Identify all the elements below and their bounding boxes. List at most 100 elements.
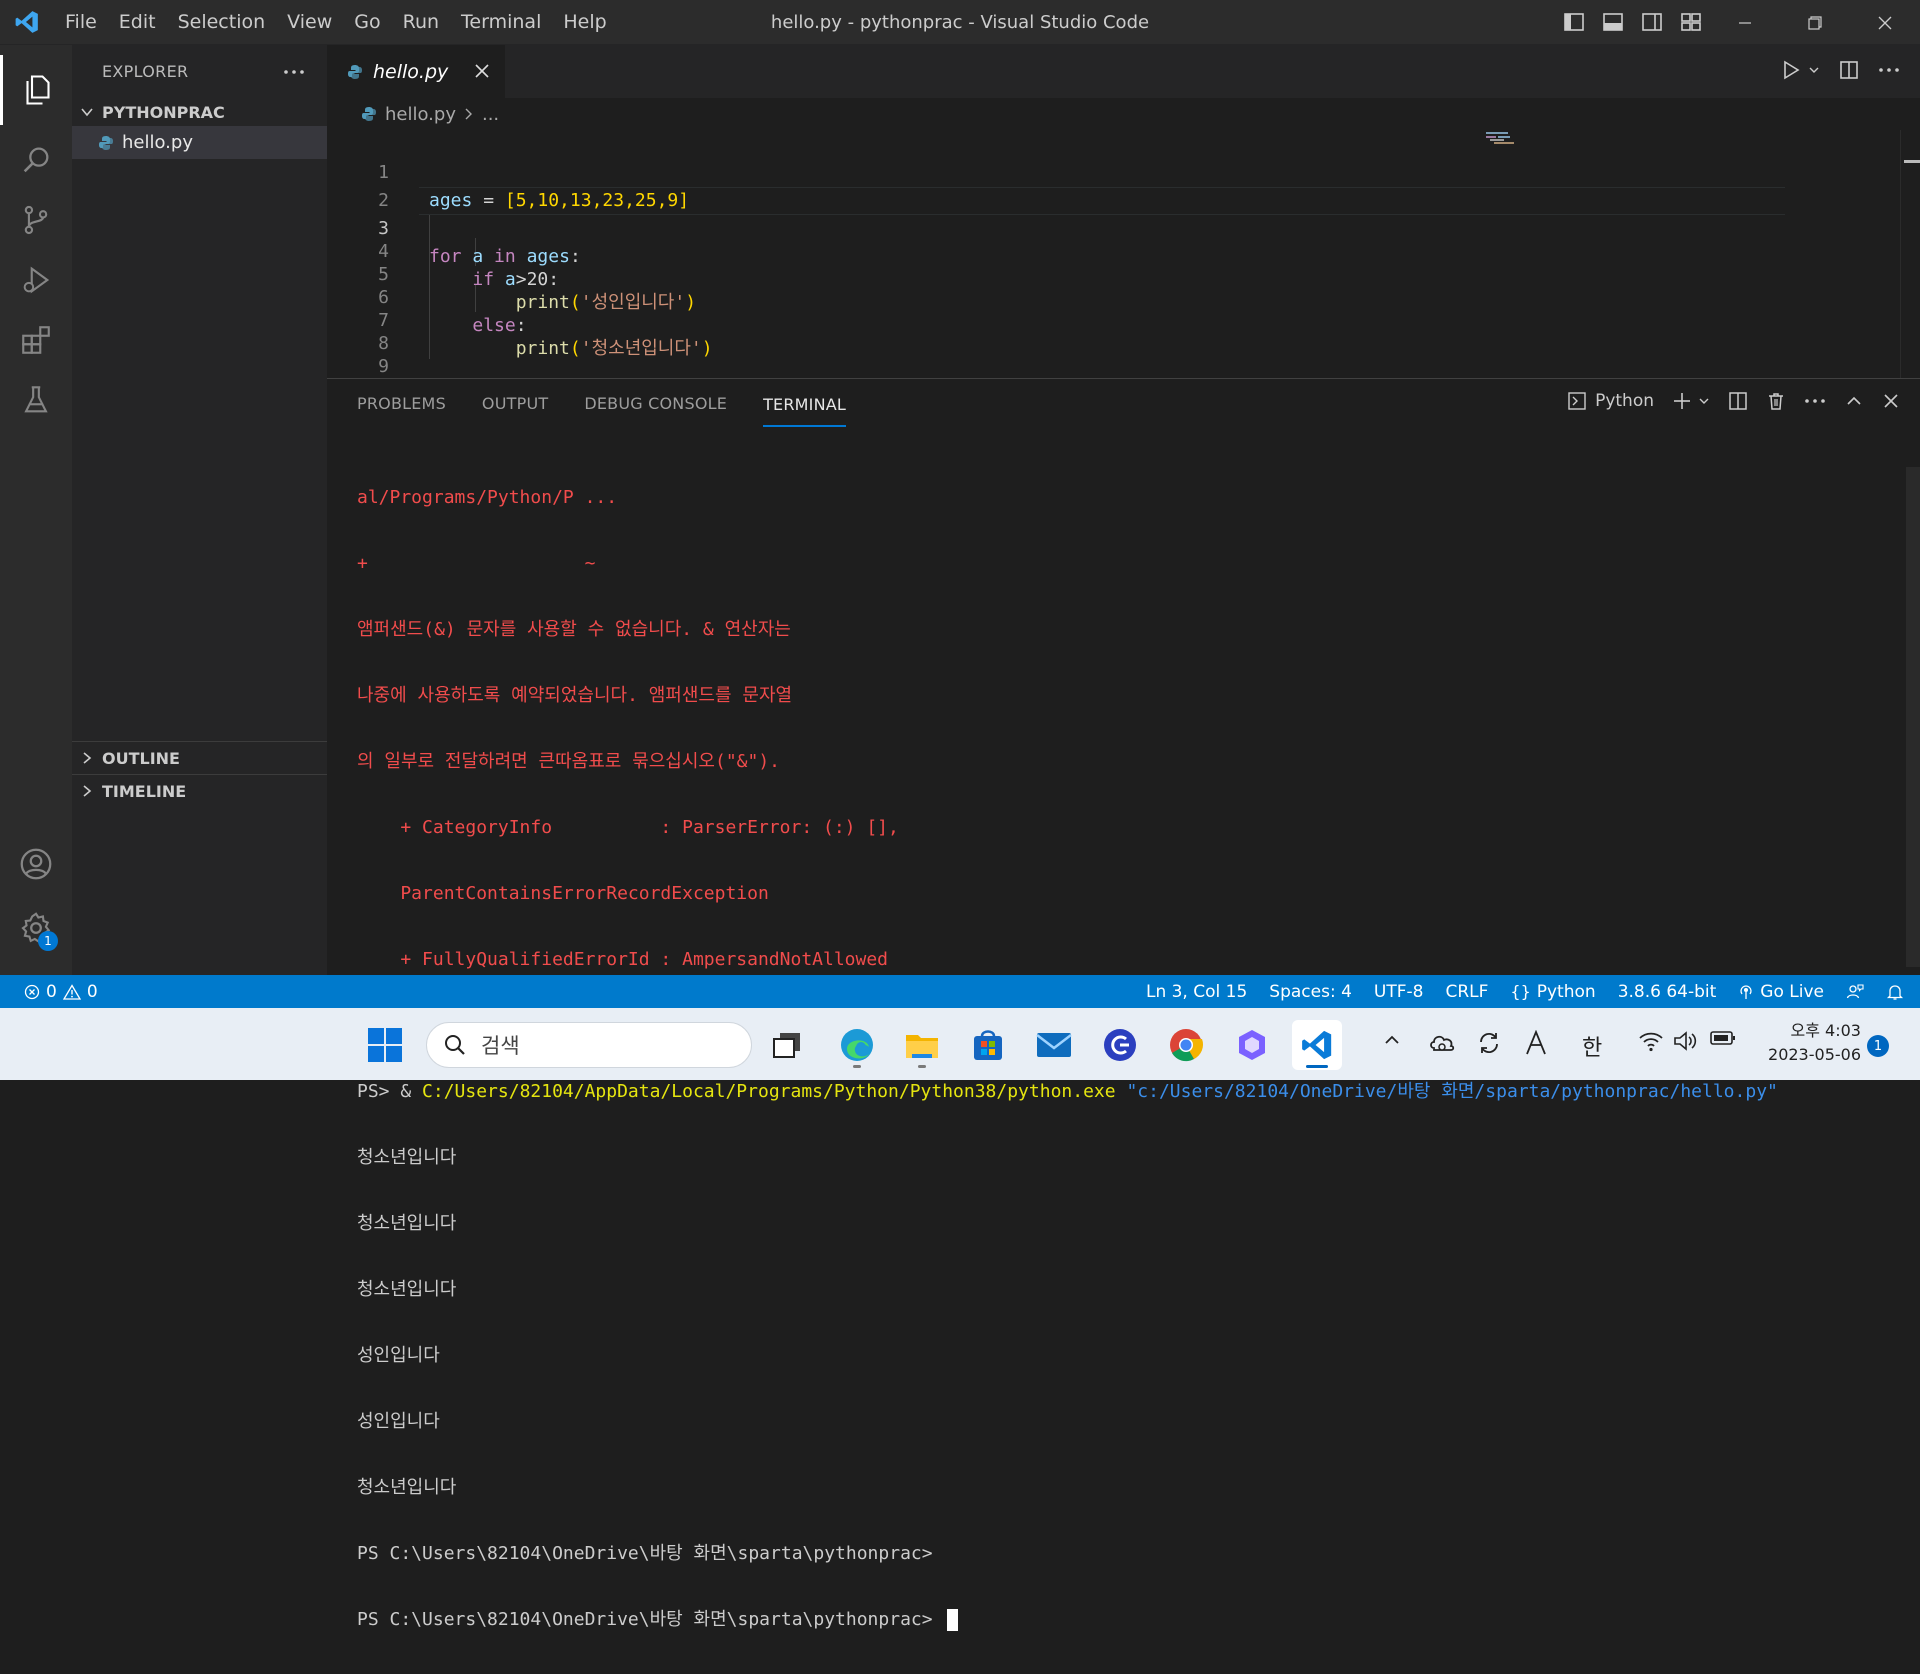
quick-assist-icon[interactable]: [1095, 1020, 1145, 1070]
terminal-output-line: 청소년입니다: [357, 1147, 457, 1168]
settings-gear-icon[interactable]: 1: [0, 893, 72, 963]
testing-icon[interactable]: [0, 365, 72, 435]
terminal-error-line: + FullyQualifiedErrorId : AmpersandNotAl…: [357, 949, 889, 970]
accounts-icon[interactable]: [0, 829, 72, 899]
language-mode[interactable]: {} Python: [1510, 982, 1595, 1002]
problems-status[interactable]: 0 0: [24, 982, 98, 1002]
close-tab-icon[interactable]: [473, 62, 491, 80]
more-actions-icon[interactable]: [283, 69, 305, 75]
trash-icon[interactable]: [1766, 391, 1786, 411]
cursor-position[interactable]: Ln 3, Col 15: [1146, 982, 1247, 1002]
explorer-icon[interactable]: [0, 55, 72, 125]
more-actions-icon[interactable]: [1878, 67, 1900, 73]
taskbar-clock[interactable]: 오후 4:03 2023-05-06: [1755, 1019, 1861, 1067]
restore-icon[interactable]: [1780, 0, 1850, 45]
terminal-command-line: PS> & C:/Users/82104/AppData/Local/Progr…: [357, 1080, 1897, 1104]
minimize-icon[interactable]: [1710, 0, 1780, 45]
terminal-error-line: + ~: [357, 553, 596, 574]
tab-hello-py[interactable]: hello.py: [327, 45, 505, 98]
indentation[interactable]: Spaces: 4: [1269, 982, 1352, 1002]
bottom-panel: PROBLEMS OUTPUT DEBUG CONSOLE TERMINAL P…: [327, 378, 1920, 1631]
running-indicator: [1306, 1065, 1328, 1068]
chevron-right-icon: [464, 107, 474, 121]
notification-badge[interactable]: 1: [1867, 1035, 1889, 1057]
font-icon[interactable]: [1524, 1030, 1548, 1056]
tab-terminal[interactable]: TERMINAL: [763, 379, 847, 427]
customize-layout-icon[interactable]: [1679, 10, 1703, 34]
windows-start-icon[interactable]: [368, 1028, 402, 1062]
toggle-panel-icon[interactable]: [1601, 10, 1625, 34]
shell-label: Python: [1595, 391, 1654, 411]
ime-indicator[interactable]: 한: [1582, 1030, 1602, 1062]
wifi-icon[interactable]: [1638, 1030, 1664, 1052]
python-file-icon: [361, 106, 377, 122]
python-file-icon: [98, 135, 114, 151]
close-panel-icon[interactable]: [1882, 392, 1900, 410]
minimap[interactable]: [1460, 130, 1580, 378]
terminal-scrollbar[interactable]: [1906, 467, 1920, 967]
menu-go[interactable]: Go: [343, 0, 391, 45]
editor-scrollbar[interactable]: [1900, 130, 1920, 378]
chrome-icon[interactable]: [1161, 1020, 1211, 1070]
menu-terminal[interactable]: Terminal: [450, 0, 552, 45]
file-explorer-icon[interactable]: [897, 1020, 947, 1070]
edge-browser-icon[interactable]: [832, 1020, 882, 1070]
menu-selection[interactable]: Selection: [167, 0, 277, 45]
folder-pythonprac[interactable]: PYTHONPRAC: [72, 98, 327, 126]
tab-debug-console[interactable]: DEBUG CONSOLE: [584, 379, 727, 429]
encoding[interactable]: UTF-8: [1374, 982, 1424, 1002]
menu-help[interactable]: Help: [552, 0, 617, 45]
bell-icon[interactable]: [1886, 983, 1904, 1001]
chevron-up-icon[interactable]: [1382, 1030, 1402, 1050]
toggle-secondary-sidebar-icon[interactable]: [1640, 10, 1664, 34]
timeline-section[interactable]: TIMELINE: [72, 774, 327, 807]
menu-view[interactable]: View: [276, 0, 343, 45]
menu-edit[interactable]: Edit: [108, 0, 167, 45]
feedback-icon[interactable]: [1846, 983, 1864, 1001]
tab-output[interactable]: OUTPUT: [482, 379, 548, 429]
python-interpreter[interactable]: 3.8.6 64-bit: [1618, 982, 1717, 1002]
terminal-output[interactable]: al/Programs/Python/P ... + ~ 앰퍼샌드(&) 문자를…: [357, 444, 1897, 1631]
terminal-cursor: [946, 1609, 958, 1631]
breadcrumb-file[interactable]: hello.py: [385, 104, 456, 125]
running-indicator: [918, 1065, 926, 1068]
terminal-actions: Python: [1567, 391, 1900, 411]
editor-actions: [1780, 59, 1900, 81]
search-icon: [443, 1033, 467, 1057]
onedrive-icon[interactable]: [1428, 1030, 1456, 1054]
outline-section[interactable]: OUTLINE: [72, 741, 327, 774]
terminal-prompt-line: PS C:\Users\82104\OneDrive\바탕 화면\sparta\…: [357, 1608, 1897, 1632]
battery-icon[interactable]: [1710, 1030, 1736, 1046]
code-editor[interactable]: 1 ages = [5,10,13,23,25,9] 2 3 for a in …: [327, 130, 1920, 378]
sync-icon[interactable]: [1476, 1030, 1502, 1056]
terminal-error-line: 나중에 사용하도록 예약되었습니다. 앰퍼샌드를 문자열: [357, 685, 793, 706]
more-actions-icon[interactable]: [1804, 398, 1826, 404]
breadcrumb-more[interactable]: ...: [482, 104, 499, 125]
vscode-taskbar-icon[interactable]: [1292, 1020, 1342, 1070]
split-terminal-icon[interactable]: [1728, 391, 1748, 411]
file-hello-py[interactable]: hello.py: [72, 126, 327, 159]
toggle-primary-sidebar-icon[interactable]: [1562, 10, 1586, 34]
tab-problems[interactable]: PROBLEMS: [357, 379, 446, 429]
end-of-line[interactable]: CRLF: [1445, 982, 1488, 1002]
volume-icon[interactable]: [1673, 1030, 1699, 1052]
go-live[interactable]: Go Live: [1738, 982, 1824, 1002]
close-window-icon[interactable]: [1850, 0, 1920, 45]
task-view-icon[interactable]: [762, 1020, 812, 1070]
copilot-icon[interactable]: [1227, 1020, 1277, 1070]
maximize-panel-icon[interactable]: [1844, 391, 1864, 411]
status-bar: 0 0 Ln 3, Col 15 Spaces: 4 UTF-8 CRLF {}…: [0, 975, 1920, 1008]
cmd-exe: C:/Users/82104/AppData/Local/Programs/Py…: [422, 1081, 1116, 1102]
breadcrumb: hello.py ...: [327, 98, 1920, 130]
new-terminal-icon[interactable]: [1672, 391, 1710, 411]
warning-icon: [62, 983, 81, 1000]
menu-file[interactable]: File: [54, 0, 108, 45]
menu-run[interactable]: Run: [392, 0, 450, 45]
split-editor-icon[interactable]: [1838, 59, 1860, 81]
mail-icon[interactable]: [1029, 1020, 1079, 1070]
window-controls: [1710, 0, 1920, 45]
taskbar-search[interactable]: 검색: [426, 1022, 752, 1068]
microsoft-store-icon[interactable]: [963, 1020, 1013, 1070]
run-python-file-icon[interactable]: [1780, 59, 1820, 81]
terminal-shell-selector[interactable]: Python: [1567, 391, 1654, 411]
